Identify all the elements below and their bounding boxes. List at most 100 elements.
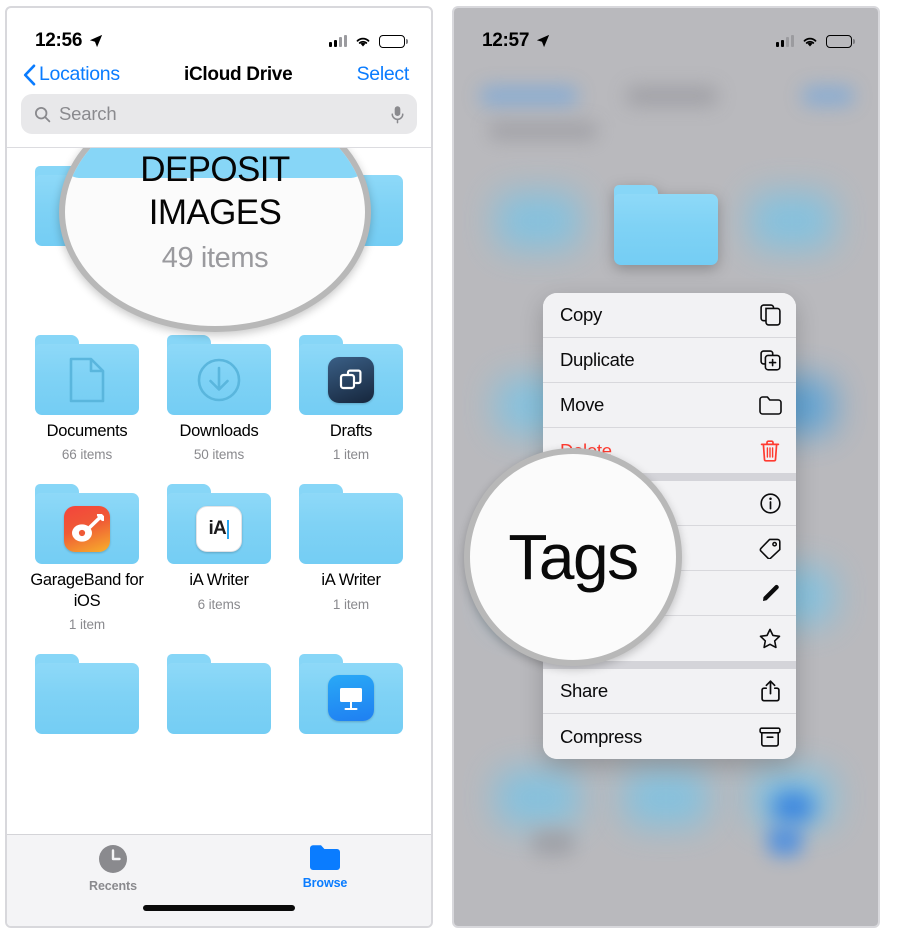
context-menu-item-share[interactable]: Share — [543, 669, 796, 714]
file-item-drafts[interactable]: Drafts 1 item — [285, 335, 417, 462]
microphone-icon[interactable] — [390, 105, 405, 124]
file-grid-area: st DEPOSIT IMAGES 49 items — [7, 148, 431, 838]
file-item-iawriter-6[interactable]: iA iA Writer 6 items — [153, 484, 285, 631]
status-bar-right — [775, 34, 855, 48]
file-name: iA Writer — [321, 571, 381, 590]
drafts-app-icon — [328, 357, 374, 404]
blurred-nav-back — [480, 86, 578, 106]
selected-folder-item[interactable] — [614, 185, 718, 265]
file-item-keynote[interactable] — [285, 653, 417, 734]
context-menu-item-label: Copy — [560, 304, 602, 325]
tab-bar: Recents Browse — [7, 834, 431, 926]
file-count: 50 items — [193, 447, 245, 463]
wifi-icon — [803, 37, 817, 47]
status-bar: 12:57 — [454, 8, 878, 60]
context-menu-item-label: Duplicate — [560, 349, 635, 370]
iawriter-badge-text: iA — [208, 518, 227, 540]
search-input[interactable]: Search — [21, 94, 417, 134]
status-bar-left: 12:57 — [482, 30, 550, 52]
file-count: 1 item — [332, 596, 370, 612]
loupe-text: Tags — [508, 521, 639, 593]
tag-icon — [758, 538, 782, 559]
tab-browse-label: Browse — [302, 876, 348, 890]
copy-icon — [758, 304, 782, 326]
context-menu-item-label: Share — [560, 680, 608, 701]
loupe-title-line1: DEPOSIT — [140, 149, 290, 189]
location-arrow-icon — [89, 34, 103, 48]
status-bar: 12:56 — [7, 8, 431, 60]
magnifier-loupe-tags: Tags — [464, 448, 682, 666]
loupe-title: DEPOSIT IMAGES — [140, 149, 290, 234]
left-phone-screen: 12:56 Locations iCloud Drive Select Sear… — [5, 6, 433, 928]
context-menu-item-duplicate[interactable]: Duplicate — [543, 338, 796, 383]
download-arrow-icon — [197, 358, 241, 402]
iawriter-app-icon: iA — [196, 506, 242, 553]
blurred-keynote-badge — [772, 792, 814, 822]
file-count: 1 item — [68, 616, 106, 632]
file-item-downloads[interactable]: Downloads 50 items — [153, 335, 285, 462]
folder-icon — [35, 484, 139, 565]
cellular-signal-icon — [328, 34, 347, 47]
status-bar-time: 12:57 — [482, 30, 530, 51]
share-icon — [758, 680, 782, 702]
folder-icon — [299, 335, 403, 416]
status-bar-right — [328, 34, 408, 48]
cellular-signal-icon — [775, 34, 794, 47]
status-bar-time: 12:56 — [35, 30, 83, 51]
battery-icon — [826, 34, 855, 48]
context-menu-item-move[interactable]: Move — [543, 383, 796, 428]
blurred-folder — [750, 193, 834, 249]
wifi-icon — [356, 37, 370, 47]
blurred-search — [488, 122, 598, 140]
loupe-title-line2: IMAGES — [148, 192, 282, 232]
page-title: iCloud Drive — [184, 63, 293, 85]
file-name: Drafts — [329, 422, 373, 441]
battery-icon — [379, 34, 408, 48]
back-button-label: Locations — [39, 63, 120, 85]
context-menu-item-label: Move — [560, 394, 605, 415]
folder-icon — [35, 653, 139, 734]
file-name: iA Writer — [189, 571, 249, 590]
context-menu-group-3: Share Compress — [543, 669, 796, 759]
file-item[interactable] — [21, 653, 153, 734]
folder-icon — [167, 335, 271, 416]
file-item-iawriter-1[interactable]: iA Writer 1 item — [285, 484, 417, 631]
search-bar-container: Search — [7, 92, 431, 147]
screenshot-stage: 12:56 Locations iCloud Drive Select Sear… — [0, 0, 900, 934]
file-count: 6 items — [197, 596, 241, 612]
document-icon — [69, 357, 105, 403]
tab-recents[interactable]: Recents — [7, 835, 219, 926]
file-item[interactable] — [153, 653, 285, 734]
tab-recents-label: Recents — [89, 879, 137, 893]
search-icon — [34, 106, 51, 122]
drafts-glyph-icon — [339, 369, 362, 390]
chevron-left-icon — [23, 64, 36, 85]
location-arrow-icon — [536, 34, 550, 48]
context-menu-item-compress[interactable]: Compress — [543, 714, 796, 759]
tab-browse[interactable]: Browse — [219, 835, 431, 926]
file-name: Downloads — [179, 422, 259, 441]
file-item-documents[interactable]: Documents 66 items — [21, 335, 153, 462]
context-menu-item-copy[interactable]: Copy — [543, 293, 796, 338]
archive-box-icon — [758, 726, 782, 747]
file-item-garageband[interactable]: GarageBand for iOS 1 item — [21, 484, 153, 632]
status-bar-left: 12:56 — [35, 30, 103, 52]
keynote-app-icon — [328, 675, 374, 722]
home-indicator — [143, 905, 295, 911]
folder-icon — [299, 653, 403, 734]
select-button[interactable]: Select — [357, 63, 410, 86]
file-name: Documents — [46, 422, 128, 441]
folder-icon — [614, 185, 718, 265]
file-name: GarageBand for iOS — [30, 571, 144, 610]
folder-icon — [299, 484, 403, 565]
presentation-glyph-icon — [340, 688, 362, 711]
blurred-file-name — [532, 830, 574, 856]
folder-icon — [35, 335, 139, 416]
text-caret-icon — [226, 519, 230, 539]
context-menu-group-1: Copy Duplicate Move — [543, 293, 796, 473]
clock-icon — [99, 845, 127, 873]
duplicate-icon — [758, 349, 782, 371]
right-phone-screen: 12:57 Copy Duplicate Move Share Compress… — [452, 6, 880, 928]
folder-icon — [167, 653, 271, 734]
back-button[interactable]: Locations — [23, 63, 120, 86]
